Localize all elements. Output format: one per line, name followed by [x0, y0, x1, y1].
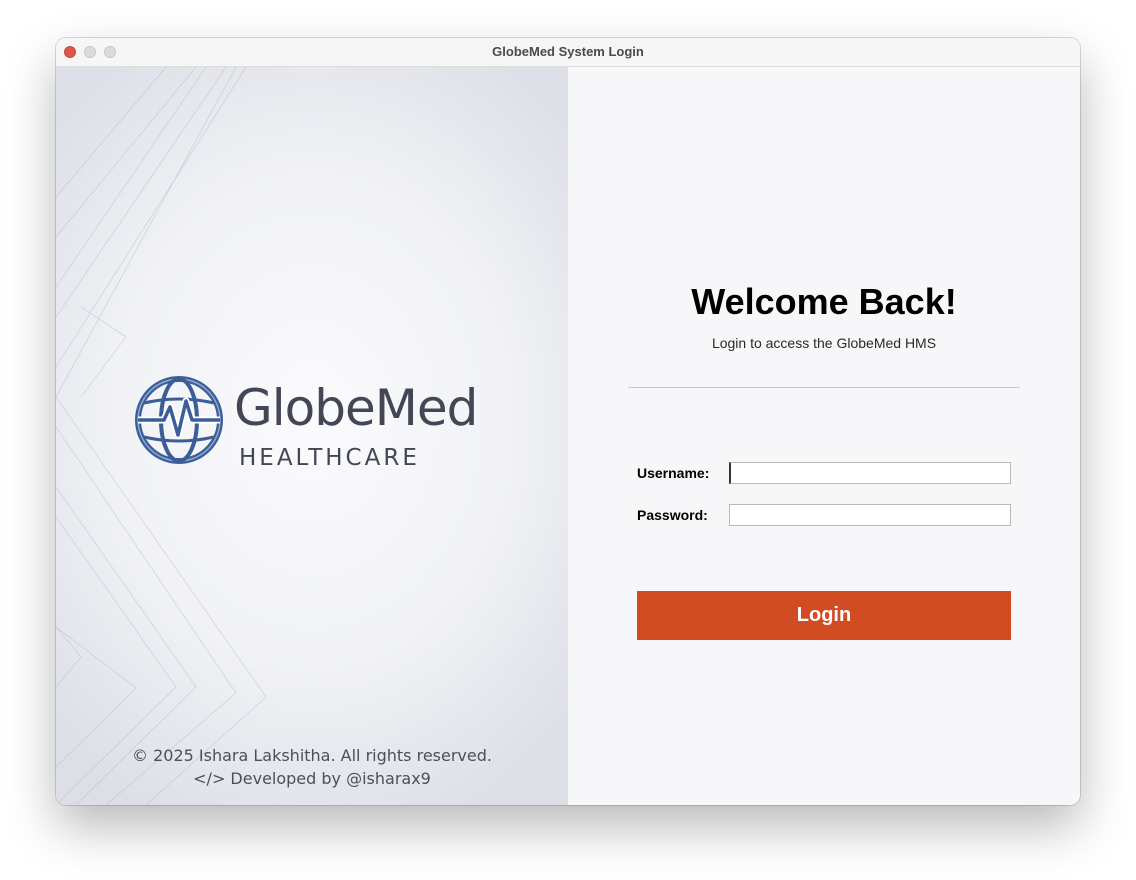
- globemed-logo: GlobeMed HEALTHCARE: [134, 375, 494, 477]
- copyright-text: © 2025 Ishara Lakshitha. All rights rese…: [132, 746, 492, 765]
- window-title: GlobeMed System Login: [492, 44, 644, 59]
- login-window: GlobeMed System Login GlobeMed HEALTHCAR…: [56, 38, 1080, 805]
- login-button[interactable]: Login: [637, 591, 1011, 640]
- title-bar: GlobeMed System Login: [56, 38, 1080, 67]
- login-subtitle: Login to access the GlobeMed HMS: [711, 335, 937, 351]
- branding-panel: GlobeMed HEALTHCARE © 2025 Ishara Lakshi…: [56, 67, 568, 805]
- brand-tagline: HEALTHCARE: [239, 445, 420, 471]
- globe-heartbeat-icon: [135, 376, 223, 464]
- password-label: Password:: [637, 507, 708, 523]
- developer-credit: </> Developed by @isharax9: [193, 769, 431, 788]
- password-input[interactable]: [729, 504, 1011, 526]
- login-form-panel: Welcome Back! Login to access the GlobeM…: [568, 67, 1080, 805]
- brand-name: GlobeMed: [234, 379, 478, 437]
- form-divider: [628, 387, 1020, 388]
- welcome-heading: Welcome Back!: [691, 281, 957, 322]
- username-input[interactable]: [729, 462, 1011, 484]
- username-label: Username:: [637, 465, 710, 481]
